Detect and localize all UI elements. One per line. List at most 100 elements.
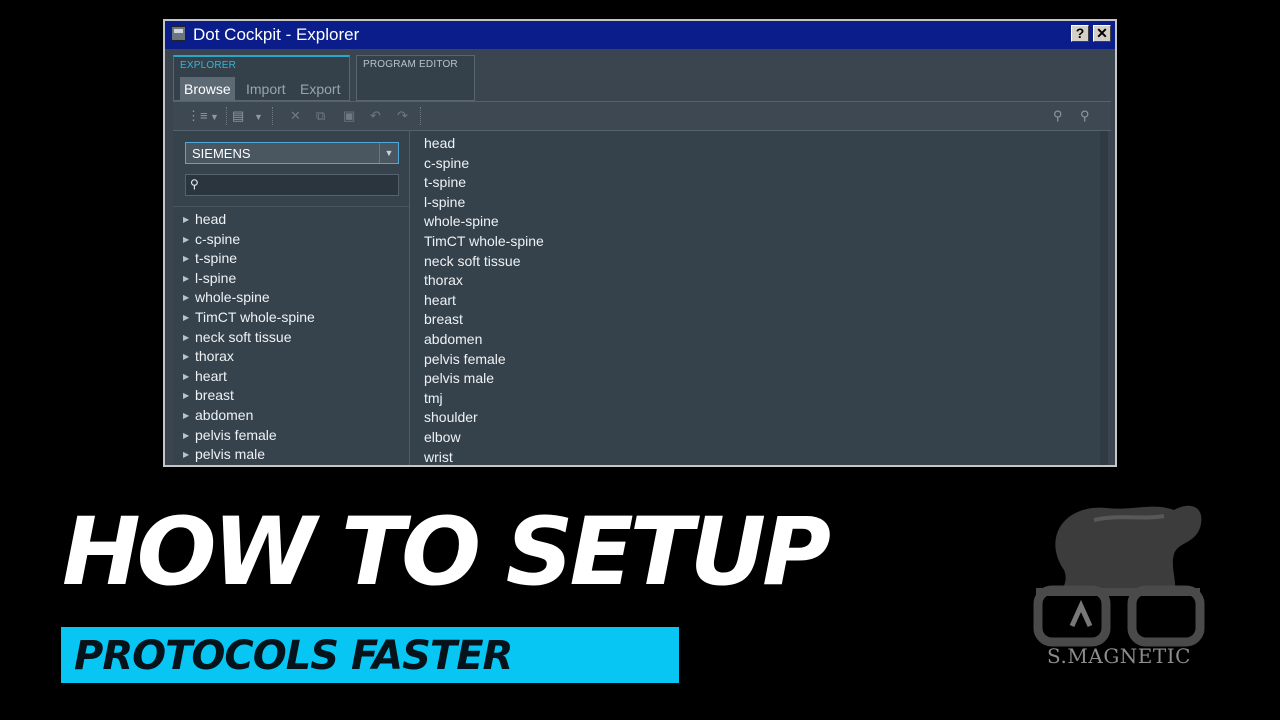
glasses-right-lens [1127,585,1205,647]
list-item[interactable]: ▶ pelvis male [173,445,409,465]
title-bar[interactable]: Dot Cockpit - Explorer ? ✕ [165,21,1115,49]
tab-explorer[interactable]: EXPLORER Browse Import Export [173,55,350,101]
list-item[interactable]: head [424,134,544,154]
zoom-in-icon[interactable]: ⚲ [1053,109,1063,122]
list-item-label: head [424,135,456,151]
list-item-label: pelvis female [424,350,506,367]
list-item-label: t-spine [424,174,467,191]
glasses-emblem-icon [1069,599,1093,628]
list-item[interactable]: heart [424,291,544,311]
expand-arrow-icon[interactable]: ▶ [183,230,189,250]
toolbar-separator [272,107,274,125]
list-item[interactable]: pelvis male [424,369,544,389]
list-item-label: c-spine [195,230,241,247]
help-button[interactable]: ? [1071,25,1089,42]
redo-icon[interactable]: ↷ [397,109,408,122]
search-input[interactable] [206,176,396,196]
expand-arrow-icon[interactable]: ▶ [183,406,189,426]
brand-logo [1033,505,1205,647]
expand-arrow-icon[interactable]: ▶ [183,328,189,348]
explorer-window: Dot Cockpit - Explorer ? ✕ EXPLORER Brow… [163,19,1117,467]
list-item[interactable]: ▶ whole-spine [173,288,409,308]
list-item[interactable]: ▶ head [173,210,409,230]
list-item[interactable]: ▶ l-spine [173,269,409,289]
list-item-label: breast [424,311,463,328]
list-item-label: pelvis male [195,446,266,463]
expand-arrow-icon[interactable]: ▶ [183,445,189,465]
list-item-label: heart [195,367,227,384]
list-item[interactable]: ▶ heart [173,367,409,387]
app-icon [171,26,186,41]
explorer-caption: EXPLORER [180,60,237,71]
list-item[interactable]: tmj [424,389,544,409]
toolbar-separator [226,107,228,125]
list-item[interactable]: c-spine [424,154,544,174]
chevron-down-icon[interactable]: ▼ [379,143,398,163]
list-item[interactable]: ▶ abdomen [173,406,409,426]
list-item[interactable]: wrist [424,448,544,466]
list-item[interactable]: ▶ pelvis female [173,426,409,446]
toolbar: ⋮≡ ▼ ▤ ▼ ✕ ⧉ ▣ ↶ ↷ ⚲ ⚲ [173,101,1111,131]
list-item-label: whole-spine [195,289,270,306]
list-item[interactable]: t-spine [424,173,544,193]
list-item[interactable]: abdomen [424,330,544,350]
list-item[interactable]: neck soft tissue [424,252,544,272]
subtab-import[interactable]: Import [242,77,290,101]
list-item[interactable]: ▶ t-spine [173,249,409,269]
list-item-label: abdomen [424,330,483,347]
dropdown-arrow-icon[interactable]: ▼ [254,111,263,124]
add-folder-icon[interactable]: ▤ [232,109,244,122]
subtab-export[interactable]: Export [296,77,344,101]
list-item-label: pelvis female [195,426,277,443]
protocol-list: head c-spine t-spine l-spine whole-spine TimC… [424,134,544,466]
expand-arrow-icon[interactable]: ▶ [183,288,189,308]
search-field[interactable]: ⚲ [185,174,399,196]
vendor-dropdown[interactable]: SIEMENS ▼ [185,142,399,164]
copy-icon[interactable]: ⧉ [316,109,325,122]
expand-arrow-icon[interactable]: ▶ [183,367,189,387]
expand-arrow-icon[interactable]: ▶ [183,269,189,289]
zoom-out-icon[interactable]: ⚲ [1080,109,1090,122]
dropdown-arrow-icon[interactable]: ▼ [210,111,219,124]
list-item[interactable]: breast [424,310,544,330]
glasses-left-lens [1033,585,1111,647]
list-item[interactable]: ▶ TimCT whole-spine [173,308,409,328]
expand-arrow-icon[interactable]: ▶ [183,210,189,230]
brand-name: S.MAGNETIC [1047,644,1191,668]
list-item-label: elbow [424,428,461,445]
undo-icon[interactable]: ↶ [370,109,381,122]
program-editor-caption: PROGRAM EDITOR [363,59,458,70]
paste-icon[interactable]: ▣ [343,109,355,122]
close-button[interactable]: ✕ [1093,25,1111,42]
list-item-label: wrist [424,448,453,465]
list-item[interactable]: ▶ thorax [173,347,409,367]
expand-arrow-icon[interactable]: ▶ [183,386,189,406]
left-panel: SIEMENS ▼ ⚲ ▶ head ▶ c-spine ▶ t-spine ▶ l-spin… [173,131,409,465]
list-item[interactable]: pelvis female [424,350,544,370]
expand-arrow-icon[interactable]: ▶ [183,426,189,446]
scrollbar[interactable] [1100,131,1108,465]
list-item[interactable]: ▶ neck soft tissue [173,328,409,348]
expand-arrow-icon[interactable]: ▶ [183,308,189,328]
list-item[interactable]: TimCT whole-spine [424,232,544,252]
list-item[interactable]: shoulder [424,408,544,428]
delete-icon[interactable]: ✕ [290,109,301,122]
list-item[interactable]: whole-spine [424,212,544,232]
list-item-label: l-spine [424,193,466,210]
list-item-label: TimCT whole-spine [424,232,544,249]
list-item[interactable]: thorax [424,271,544,291]
vendor-value: SIEMENS [192,146,251,161]
tab-program-editor[interactable]: PROGRAM EDITOR [356,55,475,101]
list-item[interactable]: l-spine [424,193,544,213]
tree-view-icon[interactable]: ⋮≡ [187,109,208,122]
list-item-label: tmj [424,389,443,406]
list-item-label: thorax [424,272,463,289]
list-item[interactable]: elbow [424,428,544,448]
list-item-label: neck soft tissue [195,328,292,345]
subtab-browse[interactable]: Browse [180,77,235,101]
list-item-label: neck soft tissue [424,252,521,269]
expand-arrow-icon[interactable]: ▶ [183,347,189,367]
list-item[interactable]: ▶ c-spine [173,230,409,250]
list-item[interactable]: ▶ breast [173,386,409,406]
expand-arrow-icon[interactable]: ▶ [183,249,189,269]
